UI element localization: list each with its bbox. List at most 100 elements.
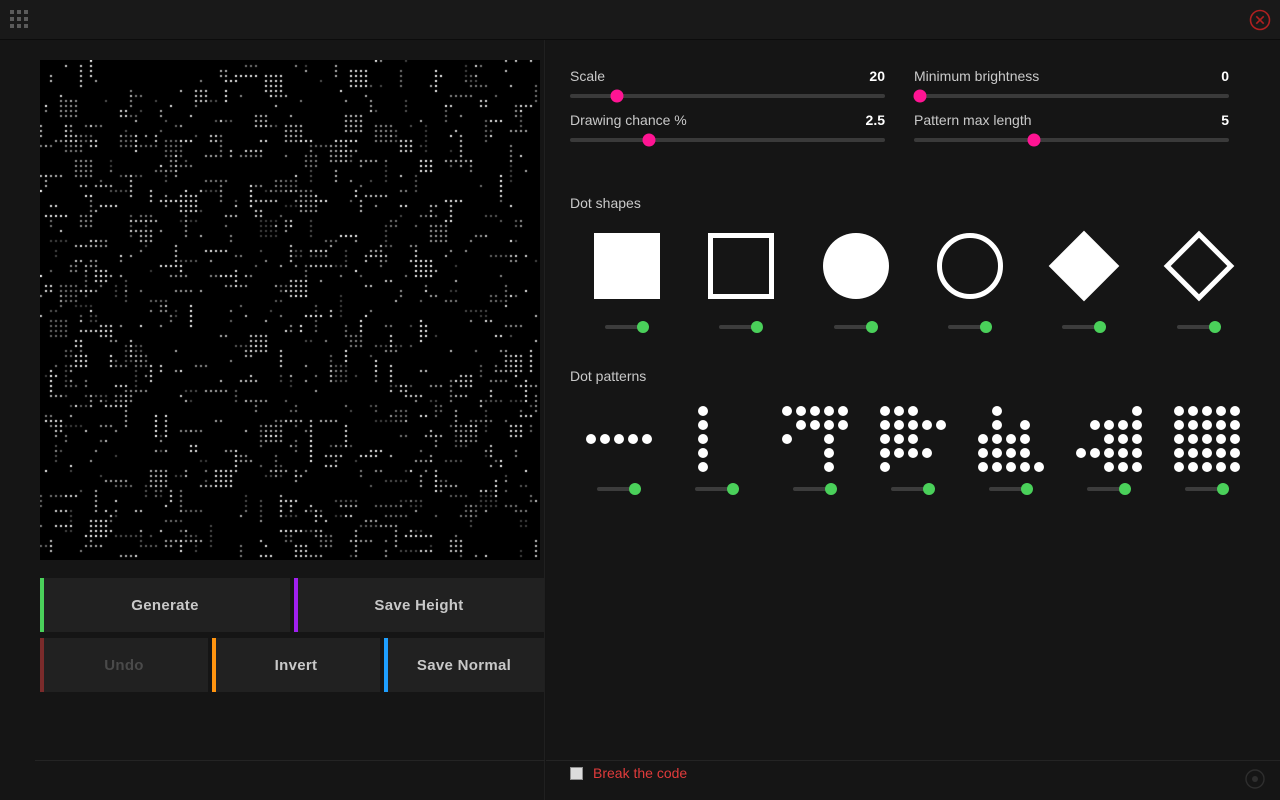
pattern-dot: [922, 406, 932, 416]
slider-scale-track[interactable]: [570, 94, 885, 98]
shape-circle-outline-icon[interactable]: [934, 230, 1006, 302]
mini-knob[interactable]: [1217, 483, 1229, 495]
pattern-dot: [698, 434, 708, 444]
mini-knob[interactable]: [1021, 483, 1033, 495]
apps-grid-icon[interactable]: [10, 10, 30, 30]
mini-knob[interactable]: [1119, 483, 1131, 495]
pattern-dot: [1188, 434, 1198, 444]
mini-track: [834, 325, 868, 329]
pattern-dot: [1076, 420, 1086, 430]
shape-square-filled-cell: [570, 230, 684, 334]
pattern-dot: [978, 448, 988, 458]
pattern-arrow-shape-icon[interactable]: [1074, 404, 1144, 474]
slider-minimum-brightness-head: Minimum brightness 0: [914, 68, 1229, 84]
slider-minimum-brightness-track[interactable]: [914, 94, 1229, 98]
shape-diamond-outline-icon[interactable]: [1163, 230, 1235, 302]
pattern-arrow-shape-weight-slider[interactable]: [1087, 482, 1131, 496]
pattern-dot: [1090, 448, 1100, 458]
shape-circle-filled-icon[interactable]: [820, 230, 892, 302]
shape-circle-filled-glyph: [823, 233, 889, 299]
pattern-preview-canvas[interactable]: [40, 60, 540, 560]
slider-pattern-max-length-track[interactable]: [914, 138, 1229, 142]
pattern-dot: [712, 448, 722, 458]
generate-button[interactable]: Generate: [40, 578, 290, 632]
pattern-dot: [936, 406, 946, 416]
pattern-dot: [782, 462, 792, 472]
pattern-full-grid-weight-slider[interactable]: [1185, 482, 1229, 496]
slider-pattern-max-length-knob[interactable]: [1027, 134, 1040, 147]
mini-knob[interactable]: [980, 321, 992, 333]
mini-knob[interactable]: [1209, 321, 1221, 333]
pattern-dot: [1104, 448, 1114, 458]
slider-scale-head: Scale 20: [570, 68, 885, 84]
pattern-vertical-line-weight-slider[interactable]: [695, 482, 739, 496]
mini-knob[interactable]: [825, 483, 837, 495]
save-height-button[interactable]: Save Height: [294, 578, 544, 632]
pattern-dot: [922, 420, 932, 430]
break-code-checkbox[interactable]: [570, 767, 583, 780]
pattern-dot: [796, 406, 806, 416]
pattern-horizontal-line-weight-slider[interactable]: [597, 482, 641, 496]
pattern-dot: [824, 448, 834, 458]
shape-diamond-outline-cell: [1141, 230, 1255, 334]
pattern-dot: [740, 406, 750, 416]
shape-square-filled-weight-slider[interactable]: [605, 320, 649, 334]
shape-square-outline-weight-slider[interactable]: [719, 320, 763, 334]
pattern-dot: [614, 462, 624, 472]
shape-circle-outline-weight-slider[interactable]: [948, 320, 992, 334]
slider-grid: Scale 20 Minimum brightness 0 Drawin: [570, 68, 1256, 142]
slider-drawing-chance-knob[interactable]: [642, 134, 655, 147]
shape-diamond-outline-weight-slider[interactable]: [1177, 320, 1221, 334]
invert-button[interactable]: Invert: [212, 638, 380, 692]
pattern-dot: [880, 406, 890, 416]
shape-square-filled-icon[interactable]: [591, 230, 663, 302]
pattern-t-shape-icon[interactable]: [780, 404, 850, 474]
break-code-row[interactable]: Break the code: [570, 765, 687, 781]
pattern-vertical-line-icon[interactable]: [682, 404, 752, 474]
pattern-t-shape-weight-slider[interactable]: [793, 482, 837, 496]
close-circle-icon[interactable]: [1249, 9, 1271, 31]
pattern-stairs-up-icon[interactable]: [976, 404, 1046, 474]
pattern-dot: [1174, 462, 1184, 472]
pattern-dot: [894, 462, 904, 472]
pattern-horizontal-line-icon[interactable]: [584, 404, 654, 474]
mini-knob[interactable]: [866, 321, 878, 333]
pattern-dot: [1132, 448, 1142, 458]
mini-knob[interactable]: [923, 483, 935, 495]
pattern-dot: [1020, 420, 1030, 430]
resize-handle-icon[interactable]: [1242, 766, 1268, 792]
mini-knob[interactable]: [727, 483, 739, 495]
slider-drawing-chance-track[interactable]: [570, 138, 885, 142]
pattern-full-grid-icon[interactable]: [1172, 404, 1242, 474]
save-height-button-label: Save Height: [374, 597, 463, 614]
pattern-dot: [1076, 406, 1086, 416]
save-normal-accent-bar: [384, 638, 388, 692]
shape-circle-filled-weight-slider[interactable]: [834, 320, 878, 334]
shape-square-outline-icon[interactable]: [705, 230, 777, 302]
pattern-dot: [1230, 406, 1240, 416]
pattern-dot: [880, 448, 890, 458]
undo-button[interactable]: Undo: [40, 638, 208, 692]
mini-track: [1062, 325, 1096, 329]
pattern-full-grid-cell: [1158, 404, 1256, 496]
slider-scale-knob[interactable]: [611, 90, 624, 103]
pattern-dot: [1174, 406, 1184, 416]
pattern-dot: [1090, 420, 1100, 430]
save-normal-button[interactable]: Save Normal: [384, 638, 544, 692]
pattern-stairs-up-weight-slider[interactable]: [989, 482, 1033, 496]
slider-drawing-chance-label: Drawing chance %: [570, 112, 687, 128]
pattern-e-shape-weight-slider[interactable]: [891, 482, 935, 496]
pattern-dot: [922, 462, 932, 472]
mini-knob[interactable]: [629, 483, 641, 495]
shape-diamond-filled-icon[interactable]: [1048, 230, 1120, 302]
pattern-dot: [978, 406, 988, 416]
pattern-e-shape-icon[interactable]: [878, 404, 948, 474]
mini-knob[interactable]: [637, 321, 649, 333]
mini-knob[interactable]: [1094, 321, 1106, 333]
slider-minimum-brightness-knob[interactable]: [914, 90, 927, 103]
pattern-dot: [586, 434, 596, 444]
mini-knob[interactable]: [751, 321, 763, 333]
pattern-dot: [1174, 448, 1184, 458]
shape-diamond-filled-weight-slider[interactable]: [1062, 320, 1106, 334]
grid-dot: [10, 24, 14, 28]
